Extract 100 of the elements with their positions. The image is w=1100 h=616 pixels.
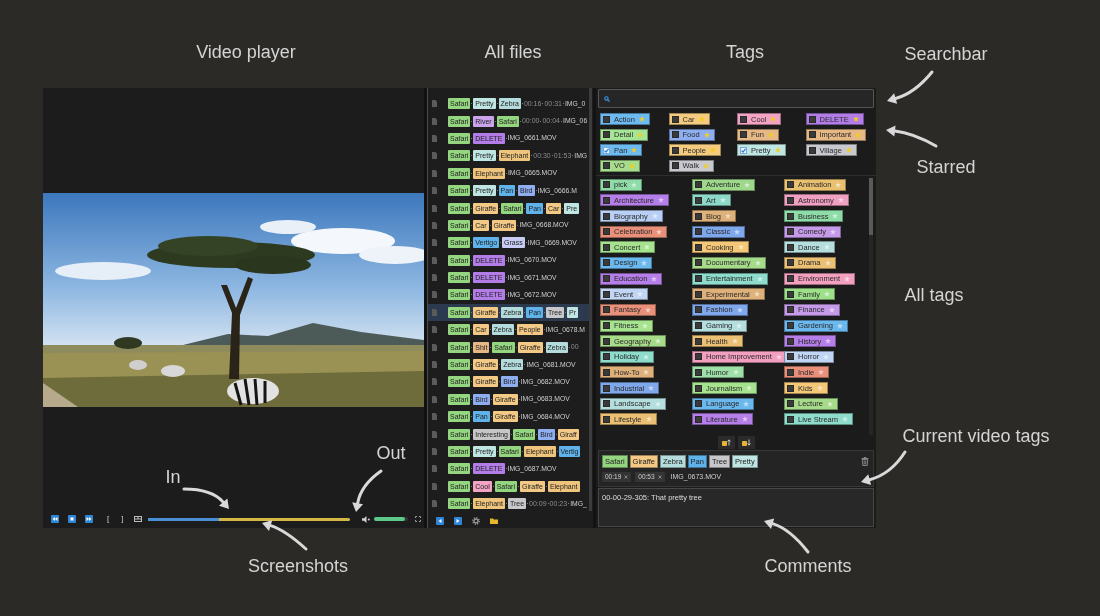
checkbox[interactable] [603, 196, 610, 204]
previous-icon[interactable] [436, 516, 444, 525]
star-icon[interactable] [754, 260, 761, 266]
checkbox[interactable] [603, 290, 610, 298]
star-icon[interactable] [767, 131, 774, 138]
checkbox[interactable] [603, 131, 610, 139]
checkbox[interactable] [695, 415, 702, 423]
star-icon[interactable] [844, 275, 851, 282]
star-icon[interactable] [642, 322, 649, 329]
checkbox[interactable] [787, 228, 794, 236]
checkbox[interactable] [603, 181, 610, 189]
checkbox[interactable] [787, 290, 794, 298]
star-icon[interactable] [852, 116, 859, 122]
star-icon[interactable] [737, 244, 744, 251]
star-icon[interactable] [631, 181, 638, 188]
checkbox[interactable] [787, 275, 794, 283]
star-icon[interactable] [837, 322, 844, 329]
checkbox[interactable] [603, 275, 610, 283]
checkbox[interactable] [603, 400, 610, 408]
set-out-button[interactable]: ] [120, 514, 125, 524]
checkbox[interactable] [603, 322, 610, 330]
star-icon[interactable] [641, 260, 648, 266]
star-icon[interactable] [741, 416, 748, 423]
star-icon[interactable] [828, 306, 835, 313]
star-icon[interactable] [823, 244, 830, 251]
star-icon[interactable] [756, 275, 763, 282]
star-icon[interactable] [643, 353, 649, 360]
checkbox[interactable] [787, 353, 794, 361]
checkbox[interactable] [808, 146, 816, 154]
checkbox[interactable] [603, 337, 610, 345]
star-icon[interactable] [703, 131, 710, 138]
checkbox[interactable] [787, 337, 794, 345]
checkbox[interactable] [603, 368, 610, 376]
star-icon[interactable] [832, 213, 839, 220]
star-icon[interactable] [774, 147, 781, 154]
checkbox[interactable] [808, 115, 816, 123]
checkbox[interactable] [603, 384, 610, 392]
speaker-icon[interactable] [362, 515, 371, 523]
checkbox[interactable] [603, 259, 610, 267]
star-icon[interactable] [725, 213, 731, 220]
next-icon[interactable] [454, 516, 462, 525]
search-field[interactable] [598, 89, 874, 108]
checkbox[interactable] [740, 131, 747, 139]
star-icon[interactable] [637, 131, 644, 138]
checkbox[interactable] [695, 196, 702, 204]
checkbox[interactable] [787, 306, 794, 314]
checkbox[interactable] [787, 322, 794, 330]
checkbox[interactable] [695, 228, 702, 236]
checkbox[interactable] [787, 400, 794, 408]
star-icon[interactable] [825, 338, 832, 345]
star-icon[interactable] [837, 197, 844, 204]
settings-icon[interactable] [472, 516, 480, 525]
star-icon[interactable] [746, 385, 753, 392]
checkbox[interactable] [787, 415, 794, 423]
star-icon[interactable] [732, 369, 739, 376]
checkbox[interactable] [787, 259, 794, 267]
star-icon[interactable] [638, 116, 645, 122]
checkbox[interactable] [695, 181, 702, 189]
star-icon[interactable] [775, 353, 782, 360]
star-icon[interactable] [753, 291, 760, 298]
star-icon[interactable] [631, 147, 638, 154]
star-icon[interactable] [628, 162, 635, 169]
checkbox[interactable] [603, 146, 610, 154]
star-icon[interactable] [829, 228, 836, 235]
checkbox[interactable] [695, 368, 702, 376]
sort-down-button[interactable] [737, 435, 755, 449]
star-icon[interactable] [736, 306, 743, 313]
checkbox[interactable] [603, 415, 610, 423]
checkbox[interactable] [695, 400, 702, 408]
star-icon[interactable] [651, 275, 658, 282]
checkbox[interactable] [808, 131, 816, 139]
checkbox[interactable] [787, 243, 794, 251]
checkbox[interactable] [695, 275, 702, 283]
checkbox[interactable] [787, 212, 794, 220]
star-icon[interactable] [734, 228, 741, 235]
checkbox[interactable] [740, 115, 747, 123]
checkbox[interactable] [787, 368, 794, 376]
checkbox[interactable] [603, 306, 610, 314]
star-icon[interactable] [842, 416, 849, 423]
checkbox[interactable] [603, 212, 610, 220]
scrollbar-thumb[interactable] [869, 177, 873, 235]
set-in-button[interactable]: [ [106, 514, 111, 524]
folder-icon[interactable] [490, 516, 498, 525]
star-icon[interactable] [651, 213, 658, 220]
checkbox[interactable] [671, 162, 679, 170]
star-icon[interactable] [645, 416, 652, 423]
star-icon[interactable] [816, 385, 823, 392]
star-icon[interactable] [654, 400, 661, 407]
fullscreen-icon[interactable] [415, 516, 422, 522]
star-icon[interactable] [643, 369, 650, 376]
checkbox[interactable] [787, 384, 794, 392]
star-icon[interactable] [824, 260, 831, 266]
rewind-icon[interactable] [51, 515, 59, 523]
timeline-track[interactable] [148, 517, 351, 521]
trash-icon[interactable] [861, 456, 869, 466]
stop-icon[interactable] [68, 515, 76, 523]
checkbox[interactable] [671, 115, 679, 123]
checkbox[interactable] [695, 212, 702, 220]
star-icon[interactable] [824, 291, 831, 298]
star-icon[interactable] [644, 244, 651, 251]
